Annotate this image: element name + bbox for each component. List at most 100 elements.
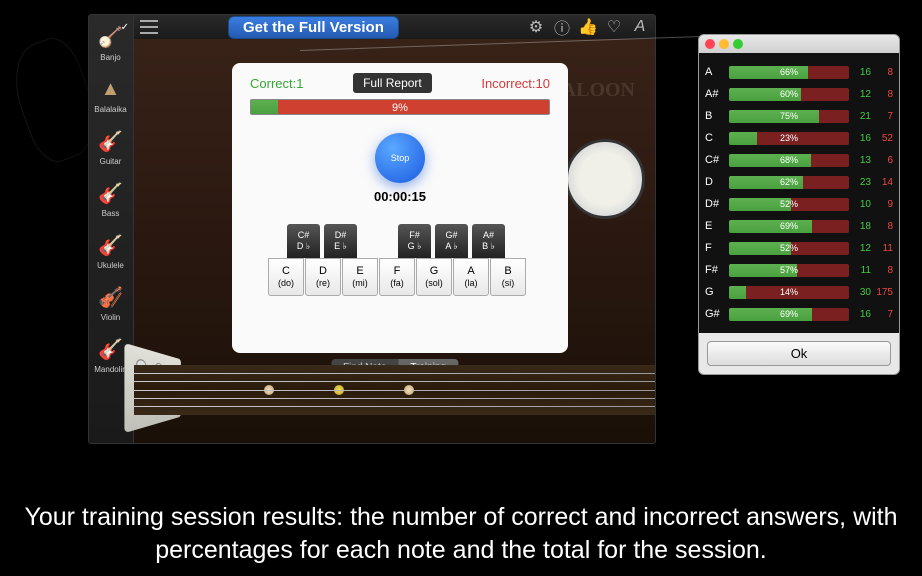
stat-row: C23%1652 (705, 127, 893, 149)
violin-icon: 🎻 (100, 285, 122, 311)
sidebar-item-balalaika[interactable]: ▲ Balalaika (89, 69, 132, 121)
instrument-label: Guitar (100, 157, 122, 166)
white-key-E[interactable]: E(mi) (342, 258, 378, 296)
stat-correct: 18 (849, 221, 871, 232)
stat-note: F# (705, 264, 729, 276)
report-window: A66%168A#60%128B75%217C23%1652C#68%136D6… (698, 34, 900, 375)
ok-button[interactable]: Ok (707, 341, 891, 366)
stat-correct: 16 (849, 309, 871, 320)
full-report-button[interactable]: Full Report (353, 73, 432, 93)
stat-correct: 21 (849, 111, 871, 122)
mandolin-icon: 🎸 (100, 337, 122, 363)
black-key-Gsharp[interactable]: G#A ♭ (435, 224, 468, 258)
stat-incorrect: 14 (871, 177, 893, 188)
training-panel: Correct:1 Full Report Incorrect:10 9% St… (232, 63, 568, 353)
zoom-window-icon[interactable] (733, 39, 743, 49)
stat-incorrect: 8 (871, 265, 893, 276)
stat-incorrect: 7 (871, 111, 893, 122)
sidebar-item-banjo[interactable]: 🪕 Banjo (89, 17, 132, 69)
stat-note: D (705, 176, 729, 188)
timer: 00:00:15 (232, 189, 568, 204)
close-window-icon[interactable] (705, 39, 715, 49)
white-key-D[interactable]: D(re) (305, 258, 341, 296)
stat-incorrect: 6 (871, 155, 893, 166)
instrument-label: Mandolin (94, 365, 126, 374)
topbar: Get the Full Version ⚙ ⓘ 👍 ♡ A (134, 15, 655, 39)
heart-icon[interactable]: ♡ (605, 18, 623, 36)
white-key-B[interactable]: B(si) (490, 258, 526, 296)
black-key-Csharp[interactable]: C#D ♭ (287, 224, 320, 258)
stat-bar: 23% (729, 132, 849, 145)
window-titlebar[interactable] (699, 35, 899, 53)
white-key-A[interactable]: A(la) (453, 258, 489, 296)
black-key-Fsharp[interactable]: F#G ♭ (398, 224, 431, 258)
stat-note: D# (705, 198, 729, 210)
stat-incorrect: 52 (871, 133, 893, 144)
balalaika-icon: ▲ (100, 77, 122, 103)
instrument-label: Banjo (100, 53, 120, 62)
info-icon[interactable]: ⓘ (553, 18, 571, 36)
stat-bar: 62% (729, 176, 849, 189)
minimize-window-icon[interactable] (719, 39, 729, 49)
stat-incorrect: 7 (871, 309, 893, 320)
stat-note: G (705, 286, 729, 298)
ukulele-icon: 🎸 (100, 233, 122, 259)
stat-incorrect: 175 (871, 287, 893, 298)
stat-correct: 10 (849, 199, 871, 210)
stat-incorrect: 8 (871, 67, 893, 78)
sidebar-item-bass[interactable]: 🎸 Bass (89, 173, 132, 225)
black-key-Asharp[interactable]: A#B ♭ (472, 224, 505, 258)
correct-label: Correct:1 (250, 76, 303, 91)
stat-row: D62%2314 (705, 171, 893, 193)
white-key-F[interactable]: F(fa) (379, 258, 415, 296)
stat-row: B75%217 (705, 105, 893, 127)
stat-row: G#69%167 (705, 303, 893, 325)
stat-bar: 52% (729, 198, 849, 211)
note-keyboard: C#D ♭D#E ♭ F#G ♭G#A ♭A#B ♭ C(do)D(re)E(mi… (268, 224, 532, 296)
stage-background: Correct:1 Full Report Incorrect:10 9% St… (134, 39, 655, 443)
banjo-body-decoration (565, 139, 645, 219)
settings-icon[interactable]: ⚙ (527, 18, 545, 36)
tuning-fork-icon[interactable]: A (631, 18, 649, 36)
stat-correct: 12 (849, 243, 871, 254)
stat-row: A#60%128 (705, 83, 893, 105)
stat-note: A# (705, 88, 729, 100)
stop-button[interactable]: Stop (375, 133, 425, 183)
instrument-label: Balalaika (94, 105, 126, 114)
fretboard[interactable] (134, 365, 655, 415)
stat-row: G14%30175 (705, 281, 893, 303)
instrument-label: Bass (102, 209, 120, 218)
sidebar-item-violin[interactable]: 🎻 Violin (89, 277, 132, 329)
guitar-icon: 🎸 (100, 129, 122, 155)
stat-bar: 60% (729, 88, 849, 101)
stat-row: F52%1211 (705, 237, 893, 259)
stat-note: B (705, 110, 729, 122)
stat-note: G# (705, 308, 729, 320)
stat-bar: 68% (729, 154, 849, 167)
report-body: A66%168A#60%128B75%217C23%1652C#68%136D6… (699, 53, 899, 333)
white-key-C[interactable]: C(do) (268, 258, 304, 296)
stat-row: F#57%118 (705, 259, 893, 281)
sidebar-item-ukulele[interactable]: 🎸 Ukulele (89, 225, 132, 277)
stat-row: A66%168 (705, 61, 893, 83)
black-key-Dsharp[interactable]: D#E ♭ (324, 224, 357, 258)
menu-icon[interactable] (140, 20, 158, 34)
stat-bar: 75% (729, 110, 849, 123)
progress-bar: 9% (250, 99, 550, 115)
full-version-button[interactable]: Get the Full Version (228, 16, 399, 39)
stat-bar: 66% (729, 66, 849, 79)
stat-correct: 16 (849, 67, 871, 78)
white-key-G[interactable]: G(sol) (416, 258, 452, 296)
stat-incorrect: 9 (871, 199, 893, 210)
stat-incorrect: 8 (871, 221, 893, 232)
sidebar-item-guitar[interactable]: 🎸 Guitar (89, 121, 132, 173)
stat-bar: 69% (729, 220, 849, 233)
bass-icon: 🎸 (100, 181, 122, 207)
instrument-label: Ukulele (97, 261, 124, 270)
caption-text: Your training session results: the numbe… (0, 501, 922, 566)
banjo-icon: 🪕 (100, 25, 122, 51)
incorrect-label: Incorrect:10 (481, 76, 550, 91)
stat-incorrect: 8 (871, 89, 893, 100)
stat-correct: 12 (849, 89, 871, 100)
thumbs-up-icon[interactable]: 👍 (579, 18, 597, 36)
